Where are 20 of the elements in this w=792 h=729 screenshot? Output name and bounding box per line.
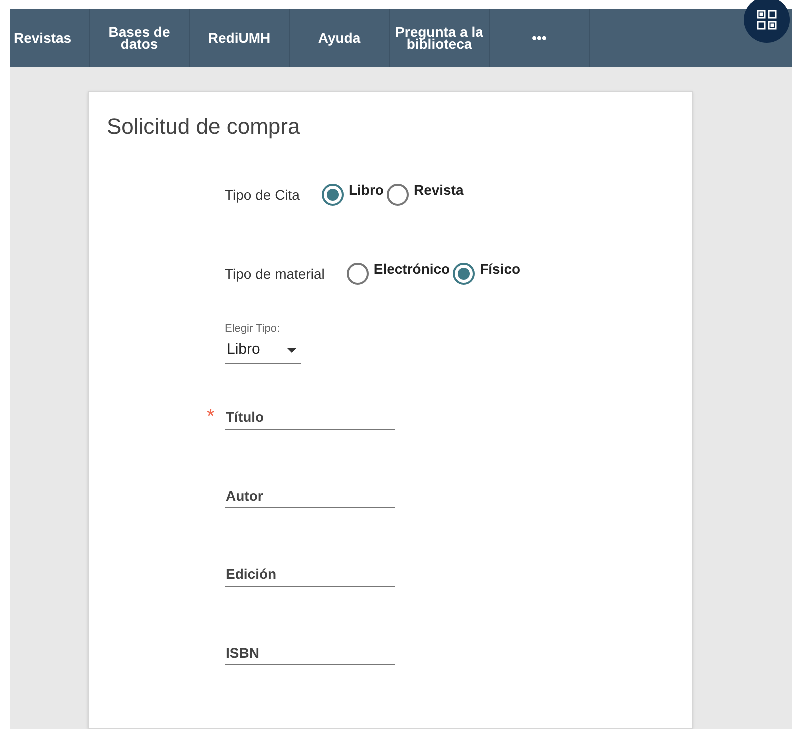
- radio-group-label: Tipo de Cita: [225, 186, 300, 205]
- radio-button[interactable]: [346, 262, 369, 284]
- radio-button[interactable]: [322, 184, 344, 206]
- radio-button[interactable]: [386, 184, 409, 206]
- radio-button[interactable]: [453, 262, 476, 284]
- qr-code-icon[interactable]: [744, 0, 790, 43]
- radio-option[interactable]: Electrónico: [346, 258, 450, 284]
- radio-group-label: Tipo de material: [225, 265, 325, 284]
- select-label: Elegir Tipo:: [225, 322, 282, 337]
- required-asterisk: *: [207, 404, 215, 430]
- text-input-field[interactable]: ISBN: [225, 641, 395, 665]
- text-input-field[interactable]: Autor: [225, 484, 395, 508]
- radio-option[interactable]: Físico: [453, 258, 521, 284]
- text-input-field[interactable]: Edición: [225, 562, 395, 586]
- dropdown-caret-icon: [287, 348, 297, 352]
- type-select[interactable]: Libro: [225, 338, 301, 364]
- text-input-field[interactable]: Título: [225, 406, 395, 430]
- radio-option[interactable]: Libro: [322, 180, 384, 206]
- radio-option[interactable]: Revista: [386, 180, 464, 206]
- form-title: Solicitud de compra: [107, 113, 302, 141]
